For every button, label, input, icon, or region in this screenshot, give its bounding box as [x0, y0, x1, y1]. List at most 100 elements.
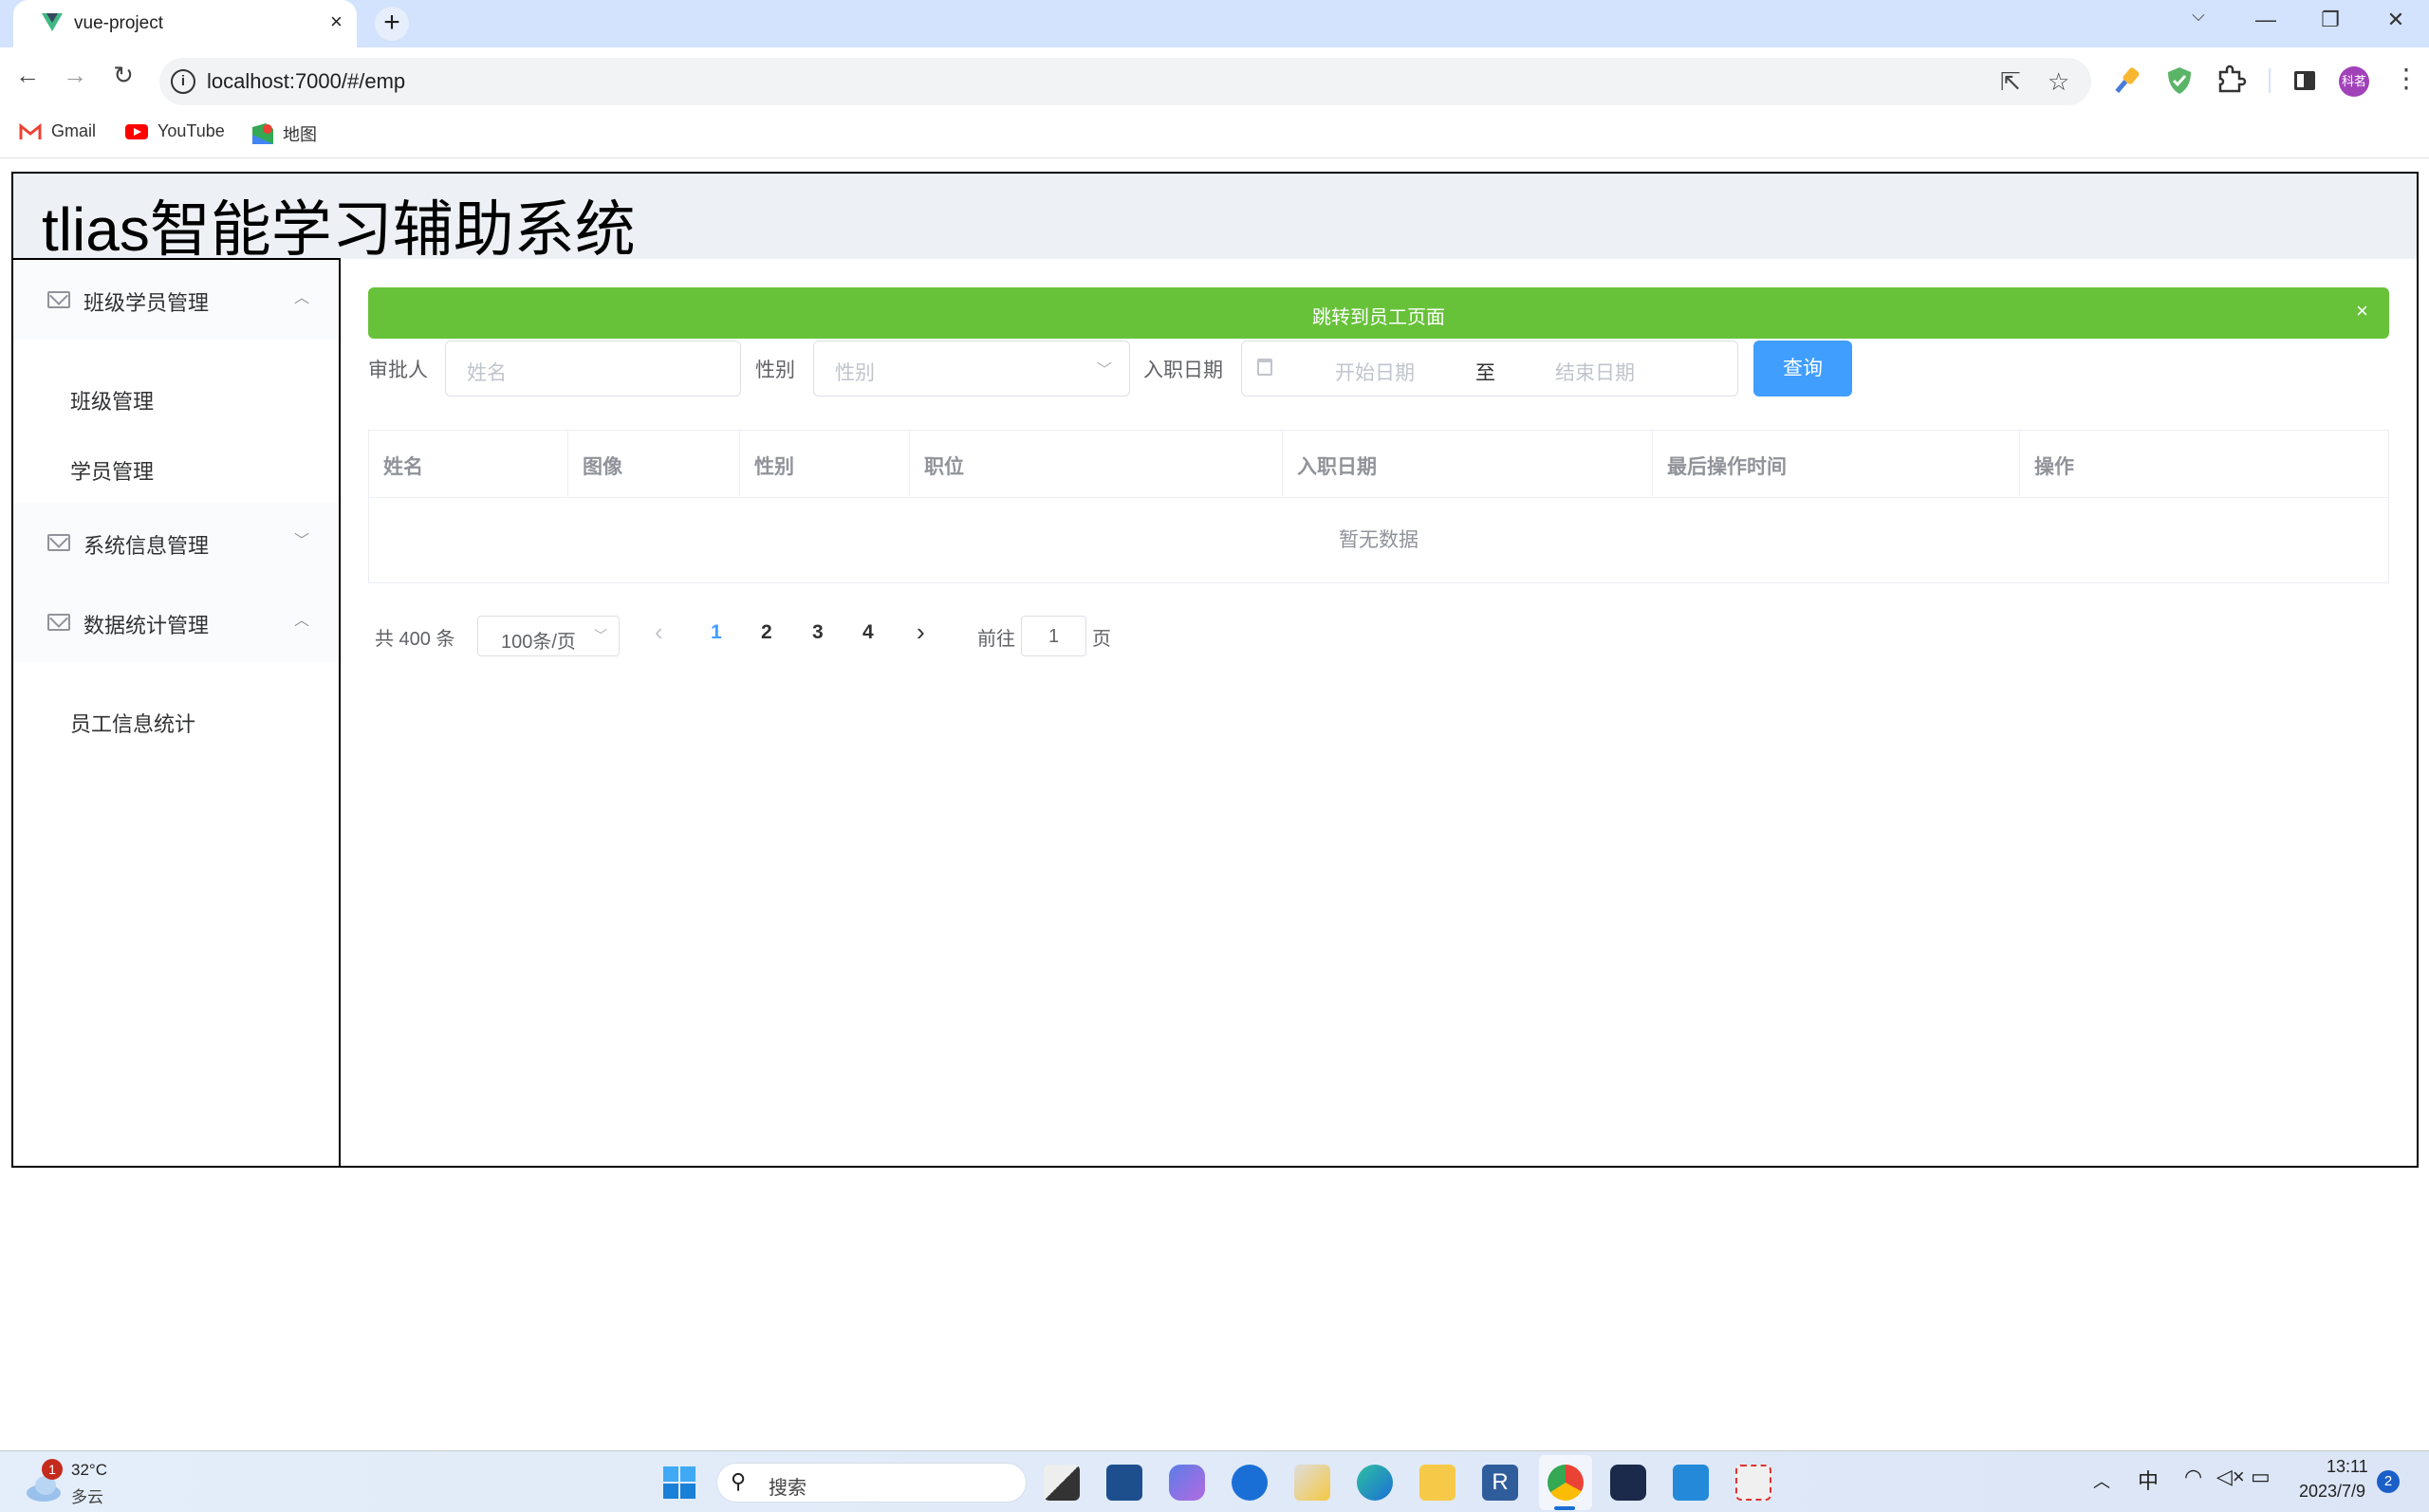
bookmark-star-icon[interactable]: ☆	[2048, 67, 2069, 97]
sidebar-group-label: 系统信息管理	[83, 534, 210, 558]
sidebar-item-student-management[interactable]: 学员管理	[13, 433, 339, 503]
url-text[interactable]: localhost:7000/#/emp	[207, 69, 405, 94]
hire-date-range-picker[interactable]: 开始日期 至 结束日期	[1241, 341, 1738, 396]
sidebar-group-data-statistics[interactable]: 数据统计管理 ︿	[13, 582, 339, 662]
goto-page-input[interactable]: 1	[1021, 616, 1086, 656]
sidebar-item-label: 员工信息统计	[70, 712, 196, 736]
prev-page-button[interactable]: ‹	[655, 618, 663, 647]
copilot-icon[interactable]	[1169, 1465, 1205, 1501]
tray-overflow-icon[interactable]: ︿	[2093, 1468, 2110, 1493]
page-2[interactable]: 2	[761, 621, 772, 644]
column-header-hire-date: 入职日期	[1283, 431, 1653, 498]
toolbar-divider	[2269, 68, 2271, 93]
windows-start-icon[interactable]	[661, 1465, 697, 1501]
wifi-icon[interactable]: ◠	[2184, 1465, 2202, 1489]
bookmark-youtube[interactable]: YouTube	[125, 121, 225, 141]
cat-app-icon[interactable]	[1610, 1465, 1646, 1501]
clock-time[interactable]: 13:11	[2327, 1457, 2368, 1477]
sidebar-item-label: 学员管理	[70, 460, 155, 484]
edge-browser-icon[interactable]	[1357, 1465, 1393, 1501]
reload-icon[interactable]: ↻	[107, 61, 139, 90]
thunder-download-icon[interactable]	[1232, 1465, 1268, 1501]
gmail-icon	[19, 122, 42, 139]
tab-title: vue-project	[74, 13, 163, 33]
minimize-icon[interactable]: —	[2247, 8, 2285, 32]
chevron-up-icon: ︿	[294, 290, 310, 306]
bookmark-gmail[interactable]: Gmail	[19, 121, 96, 141]
back-icon[interactable]: ←	[11, 61, 44, 90]
chrome-icon[interactable]	[1548, 1465, 1584, 1501]
approver-label: 审批人	[368, 360, 428, 381]
sidebar-group-system-info[interactable]: 系统信息管理 ﹀	[13, 503, 339, 582]
profile-avatar[interactable]: 科茗	[2339, 66, 2369, 97]
goto-page-value: 1	[1048, 626, 1060, 647]
extensions-puzzle-icon[interactable]	[2215, 65, 2247, 97]
bookmark-label: 地图	[283, 125, 317, 144]
active-app-indicator	[1554, 1506, 1575, 1510]
weather-desc[interactable]: 多云	[71, 1484, 103, 1507]
python-file-icon[interactable]	[1294, 1465, 1330, 1501]
query-button[interactable]: 查询	[1753, 341, 1852, 396]
side-panel-icon[interactable]	[2289, 65, 2321, 97]
snipping-tool-icon[interactable]	[1735, 1465, 1771, 1501]
youtube-icon	[125, 123, 148, 139]
browser-menu-icon[interactable]: ⋮	[2393, 63, 2420, 94]
clock-date[interactable]: 2023/7/9	[2299, 1482, 2365, 1502]
gender-select[interactable]: 性别 ﹀	[813, 341, 1130, 396]
ime-indicator[interactable]: 中	[2138, 1465, 2159, 1495]
site-info-icon[interactable]: i	[171, 69, 195, 94]
page-size-select[interactable]: 100条/页 ﹀	[477, 616, 620, 656]
page-3[interactable]: 3	[812, 621, 824, 644]
new-tab-button[interactable]: +	[375, 7, 409, 41]
page-1[interactable]: 1	[711, 621, 722, 644]
speaker-muted-icon[interactable]: ◁×	[2216, 1465, 2245, 1489]
column-header-last-operation-time: 最后操作时间	[1653, 431, 2020, 498]
chevron-down-icon: ﹀	[294, 533, 310, 549]
search-placeholder: 搜索	[769, 1478, 807, 1499]
sidebar-menu: 班级学员管理 ︿ 班级管理 学员管理 系统信息管理 ﹀ 数据统计管理 ︿ 员工信…	[11, 258, 341, 1168]
sidebar-group-class-student[interactable]: 班级学员管理 ︿	[13, 260, 339, 340]
column-header-label: 性别	[754, 456, 794, 478]
next-page-button[interactable]: ›	[917, 618, 925, 647]
notification-badge[interactable]: 2	[2377, 1470, 2400, 1493]
window-close-icon[interactable]: ✕	[2377, 8, 2415, 32]
column-header-label: 最后操作时间	[1667, 456, 1787, 478]
end-date-placeholder[interactable]: 结束日期	[1555, 358, 1635, 386]
adguard-extension-icon[interactable]	[2163, 65, 2196, 97]
microsoft-store-icon[interactable]	[1106, 1465, 1142, 1501]
file-explorer-icon[interactable]	[1419, 1465, 1456, 1501]
taskbar-search[interactable]: ⚲ 搜索	[716, 1463, 1027, 1503]
tab-close-icon[interactable]: ×	[330, 9, 343, 34]
alert-close-icon[interactable]: ×	[2356, 299, 2368, 323]
column-header-label: 入职日期	[1297, 456, 1377, 478]
start-date-placeholder[interactable]: 开始日期	[1335, 358, 1415, 386]
column-header-label: 操作	[2034, 456, 2074, 478]
task-view-icon[interactable]	[1044, 1465, 1080, 1501]
bookmark-maps[interactable]: 地图	[252, 121, 317, 146]
approver-input[interactable]: 姓名	[445, 341, 741, 396]
success-alert: 跳转到员工页面 ×	[368, 287, 2389, 339]
page-size-value: 100条/页	[501, 632, 576, 653]
vscode-icon[interactable]	[1673, 1465, 1709, 1501]
column-header-actions: 操作	[2020, 431, 2388, 498]
weather-temp[interactable]: 32°C	[71, 1461, 107, 1480]
gender-label: 性别	[755, 360, 795, 381]
browser-tab[interactable]: vue-project ×	[13, 0, 357, 47]
forward-icon[interactable]: →	[59, 61, 91, 90]
restore-icon[interactable]: ❐	[2311, 8, 2349, 32]
column-header-label: 姓名	[383, 456, 423, 478]
chevron-down-icon: ﹀	[1097, 362, 1113, 378]
color-picker-extension-icon[interactable]	[2112, 65, 2144, 97]
column-header-position: 职位	[910, 431, 1283, 498]
sidebar-item-employee-statistics[interactable]: 员工信息统计	[13, 685, 339, 755]
share-icon[interactable]: ⇱	[2000, 67, 2021, 97]
r-app-icon[interactable]: R	[1482, 1465, 1518, 1501]
address-bar[interactable]: i localhost:7000/#/emp ⇱ ☆	[159, 58, 2091, 105]
search-icon: ⚲	[731, 1469, 747, 1493]
tab-search-dropdown-icon[interactable]: ⌵	[2179, 6, 2217, 26]
battery-icon[interactable]: ▭	[2251, 1465, 2271, 1489]
sidebar-item-class-management[interactable]: 班级管理	[13, 362, 339, 433]
bookmark-label: Gmail	[51, 121, 97, 140]
column-header-label: 图像	[583, 456, 622, 478]
page-4[interactable]: 4	[862, 621, 874, 644]
